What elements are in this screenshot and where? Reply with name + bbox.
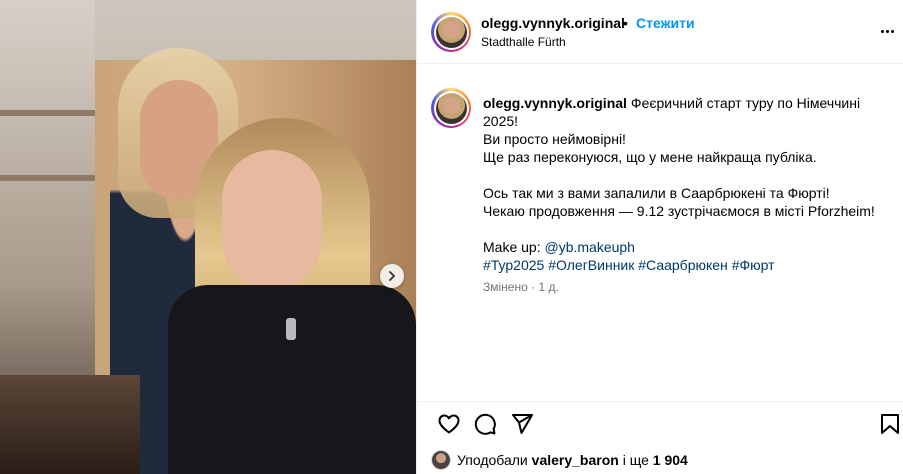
more-options-button[interactable] — [878, 22, 896, 40]
send-icon[interactable] — [510, 412, 534, 436]
photo-dress — [168, 285, 416, 474]
post-header: olegg.vynnyk.original • Стежити Stadthal… — [417, 0, 903, 64]
location-link[interactable]: Stadthalle Fürth — [481, 35, 566, 49]
hashtag-list: #Тур2025 #ОлегВинник #Саарбрюкен #Фюрт — [483, 256, 893, 274]
avatar-image — [435, 16, 467, 48]
meta-dot: · — [531, 280, 536, 294]
likes-middle: і ще — [622, 452, 649, 468]
caption-section: olegg.vynnyk.original Феєричний старт тур… — [417, 64, 903, 402]
caption-line: Ви просто неймовірні! — [483, 131, 626, 147]
separator-dot: • — [623, 15, 628, 31]
edited-label: Змінено — [483, 280, 528, 294]
photo-pendant — [286, 318, 296, 340]
liker-username[interactable]: valery_baron — [532, 452, 619, 468]
follow-button[interactable]: Стежити — [636, 15, 695, 31]
author-avatar[interactable] — [431, 12, 471, 52]
makeup-mention-link[interactable]: @yb.makeuph — [544, 239, 634, 255]
likes-summary: Уподобали valery_baron і ще 1 904 — [431, 448, 688, 472]
avatar-image — [435, 92, 467, 124]
likes-prefix: Уподобали — [457, 452, 528, 468]
action-bar — [417, 402, 903, 444]
hashtag-link[interactable]: #Тур2025 — [483, 257, 544, 273]
caption-author-avatar[interactable] — [431, 88, 471, 128]
comment-icon[interactable] — [473, 412, 497, 436]
hashtag-link[interactable]: #Фюрт — [732, 257, 775, 273]
makeup-label: Make up: — [483, 239, 541, 255]
chevron-right-icon — [389, 271, 396, 281]
caption-line: Чекаю продовження — 9.12 зустрічаємося в… — [483, 203, 875, 219]
more-horizontal-icon — [880, 29, 884, 33]
caption-line: Ось так ми з вами запалили в Саарбрюкені… — [483, 185, 830, 201]
carousel-next-button[interactable] — [380, 264, 404, 288]
liker-avatar[interactable] — [431, 450, 451, 470]
likes-count[interactable]: 1 904 — [653, 452, 688, 468]
background-shelf — [0, 110, 95, 116]
photo-face — [222, 150, 322, 290]
caption-line: Ще раз переконуюся, що у мене найкраща п… — [483, 149, 817, 165]
post-media[interactable] — [0, 0, 416, 474]
hashtag-link[interactable]: #ОлегВинник — [548, 257, 634, 273]
hashtag-link[interactable]: #Саарбрюкен — [638, 257, 728, 273]
bookmark-icon[interactable] — [878, 412, 902, 436]
caption-meta: Змінено · 1 д. — [483, 280, 559, 294]
heart-icon[interactable] — [437, 412, 461, 436]
photo-table — [0, 375, 140, 474]
caption-username[interactable]: olegg.vynnyk.original — [483, 95, 627, 111]
background-shelf — [0, 175, 95, 181]
post-sidebar: olegg.vynnyk.original • Стежити Stadthal… — [416, 0, 903, 474]
timestamp[interactable]: 1 д. — [538, 280, 558, 294]
author-username[interactable]: olegg.vynnyk.original — [481, 15, 625, 31]
caption-text: olegg.vynnyk.original Феєричний старт тур… — [483, 94, 893, 274]
